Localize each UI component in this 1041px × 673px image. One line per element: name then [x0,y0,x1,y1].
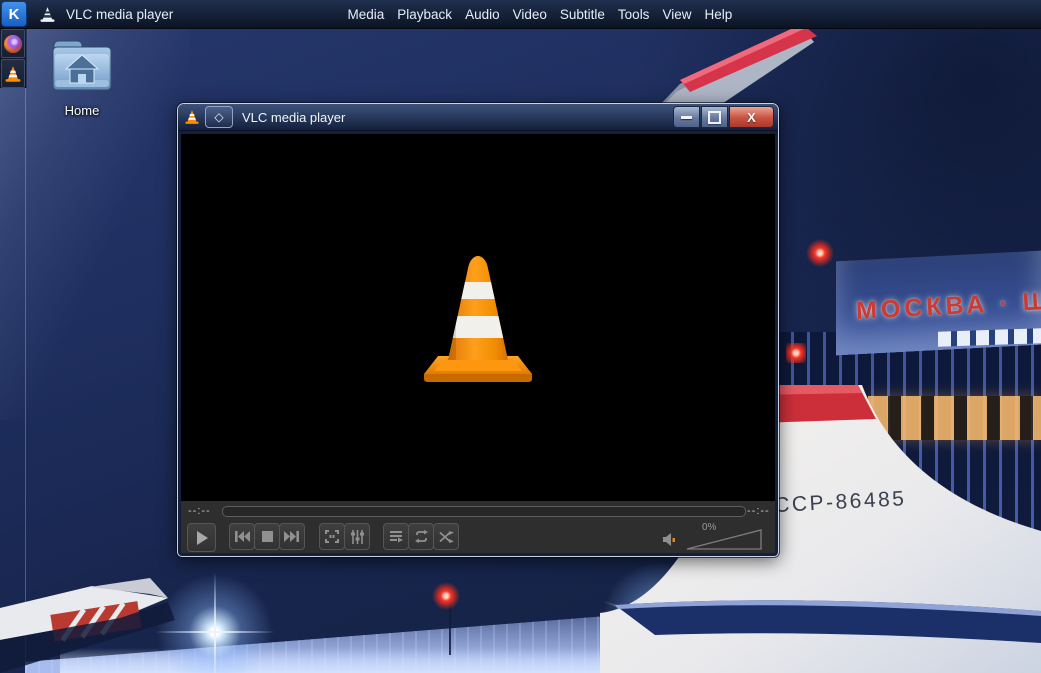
video-area[interactable] [181,134,775,501]
play-button[interactable] [187,523,216,552]
wallpaper-tailplane-left [0,578,175,673]
launcher-dock [0,28,27,88]
speaker-icon [663,533,675,546]
next-icon [284,531,299,542]
time-elapsed[interactable]: --:-- [188,505,211,517]
menu-subtitle[interactable]: Subtitle [553,0,611,28]
global-menubar: K VLC media player Media Playback Audio … [0,0,1041,29]
loop-button[interactable] [408,523,434,550]
previous-icon [235,531,250,542]
wallpaper-light-pole [449,603,451,655]
stop-button[interactable] [254,523,280,550]
playlist-icon [390,531,403,543]
menu-playback[interactable]: Playback [391,0,459,28]
player-controls: --:-- --:-- 0% [181,501,775,553]
vlc-window: ◇ VLC media player X --:-- --:-- 0% [177,103,779,557]
random-button[interactable] [433,523,459,550]
dock-item-vlc[interactable] [1,59,25,88]
mute-button[interactable] [662,532,678,547]
stop-icon [261,531,273,542]
volume-slider-shape [686,529,762,550]
menu-list: Media Playback Audio Video Subtitle Tool… [341,0,739,28]
menu-help[interactable]: Help [698,0,739,28]
equalizer-icon [350,529,364,544]
window-buttons: X [672,106,774,128]
firefox-icon [4,34,22,53]
kde-menu-button[interactable]: K [1,1,27,27]
maximize-button[interactable] [701,106,728,128]
time-total[interactable]: --:-- [747,505,770,517]
vlc-cone-logo [424,255,532,382]
minimize-icon [681,115,692,119]
play-icon [196,530,208,545]
menu-view[interactable]: View [656,0,698,28]
minimize-button[interactable] [673,106,700,128]
vlc-cone-icon [40,6,55,22]
menu-audio[interactable]: Audio [459,0,507,28]
desktop-icon-home[interactable]: Home [46,34,118,118]
window-title: VLC media player [242,109,346,125]
vlc-cone-icon [185,110,199,124]
menu-video[interactable]: Video [506,0,553,28]
menu-media[interactable]: Media [341,0,391,28]
fullscreen-button[interactable] [319,523,345,550]
window-menu-button[interactable]: ◇ [205,106,233,128]
seek-bar[interactable] [222,506,746,517]
playlist-button[interactable] [383,523,409,550]
close-button[interactable]: X [729,106,774,128]
extended-settings-button[interactable] [344,523,370,550]
shuffle-icon [438,530,454,543]
maximize-icon [708,110,721,124]
vlc-cone-icon [5,65,21,82]
home-folder-icon [52,40,112,91]
fullscreen-icon [325,530,339,543]
menubar-app-title: VLC media player [66,6,174,22]
home-icon-label: Home [64,103,100,118]
titlebar[interactable]: ◇ VLC media player X [178,104,778,131]
next-button[interactable] [279,523,305,550]
volume-slider[interactable] [686,529,762,550]
loop-icon [414,530,428,543]
previous-button[interactable] [229,523,255,550]
wallpaper-photo-edge [25,28,26,673]
dock-item-firefox[interactable] [1,29,25,58]
menu-tools[interactable]: Tools [611,0,656,28]
